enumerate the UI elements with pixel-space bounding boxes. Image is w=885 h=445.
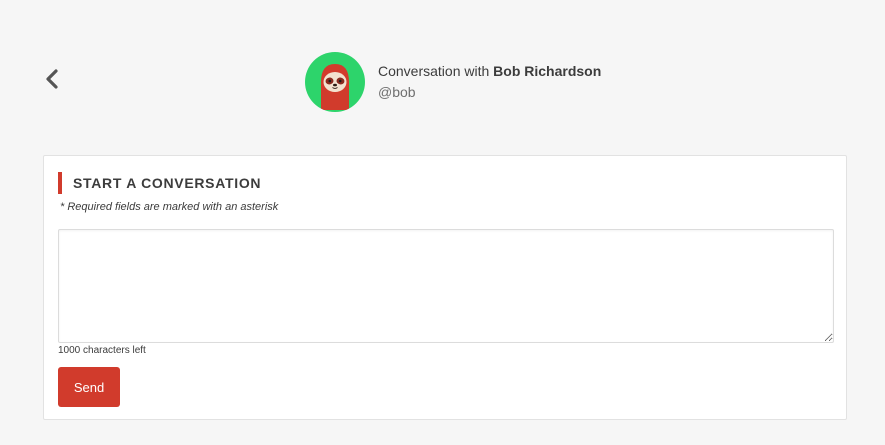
back-button[interactable]	[40, 66, 64, 92]
send-button[interactable]: Send	[58, 367, 120, 407]
user-name[interactable]: Bob Richardson	[493, 63, 601, 79]
avatar[interactable]	[305, 52, 365, 112]
conversation-header: Conversation with Bob Richardson @bob	[305, 52, 601, 112]
page: Conversation with Bob Richardson @bob ST…	[0, 0, 885, 445]
required-fields-note: * Required fields are marked with an ast…	[60, 201, 279, 213]
chevron-left-icon	[46, 69, 58, 89]
message-textarea[interactable]	[58, 229, 834, 343]
header-text: Conversation with Bob Richardson @bob	[378, 62, 601, 102]
sloth-avatar-icon	[321, 64, 349, 110]
conversation-form-card: START A CONVERSATION * Required fields a…	[43, 155, 847, 420]
characters-left-counter: 1000 characters left	[58, 345, 146, 356]
conversation-title-prefix: Conversation with	[378, 63, 490, 79]
user-handle: @bob	[378, 84, 416, 100]
form-title: START A CONVERSATION	[58, 172, 261, 194]
conversation-title: Conversation with Bob Richardson	[378, 62, 601, 81]
